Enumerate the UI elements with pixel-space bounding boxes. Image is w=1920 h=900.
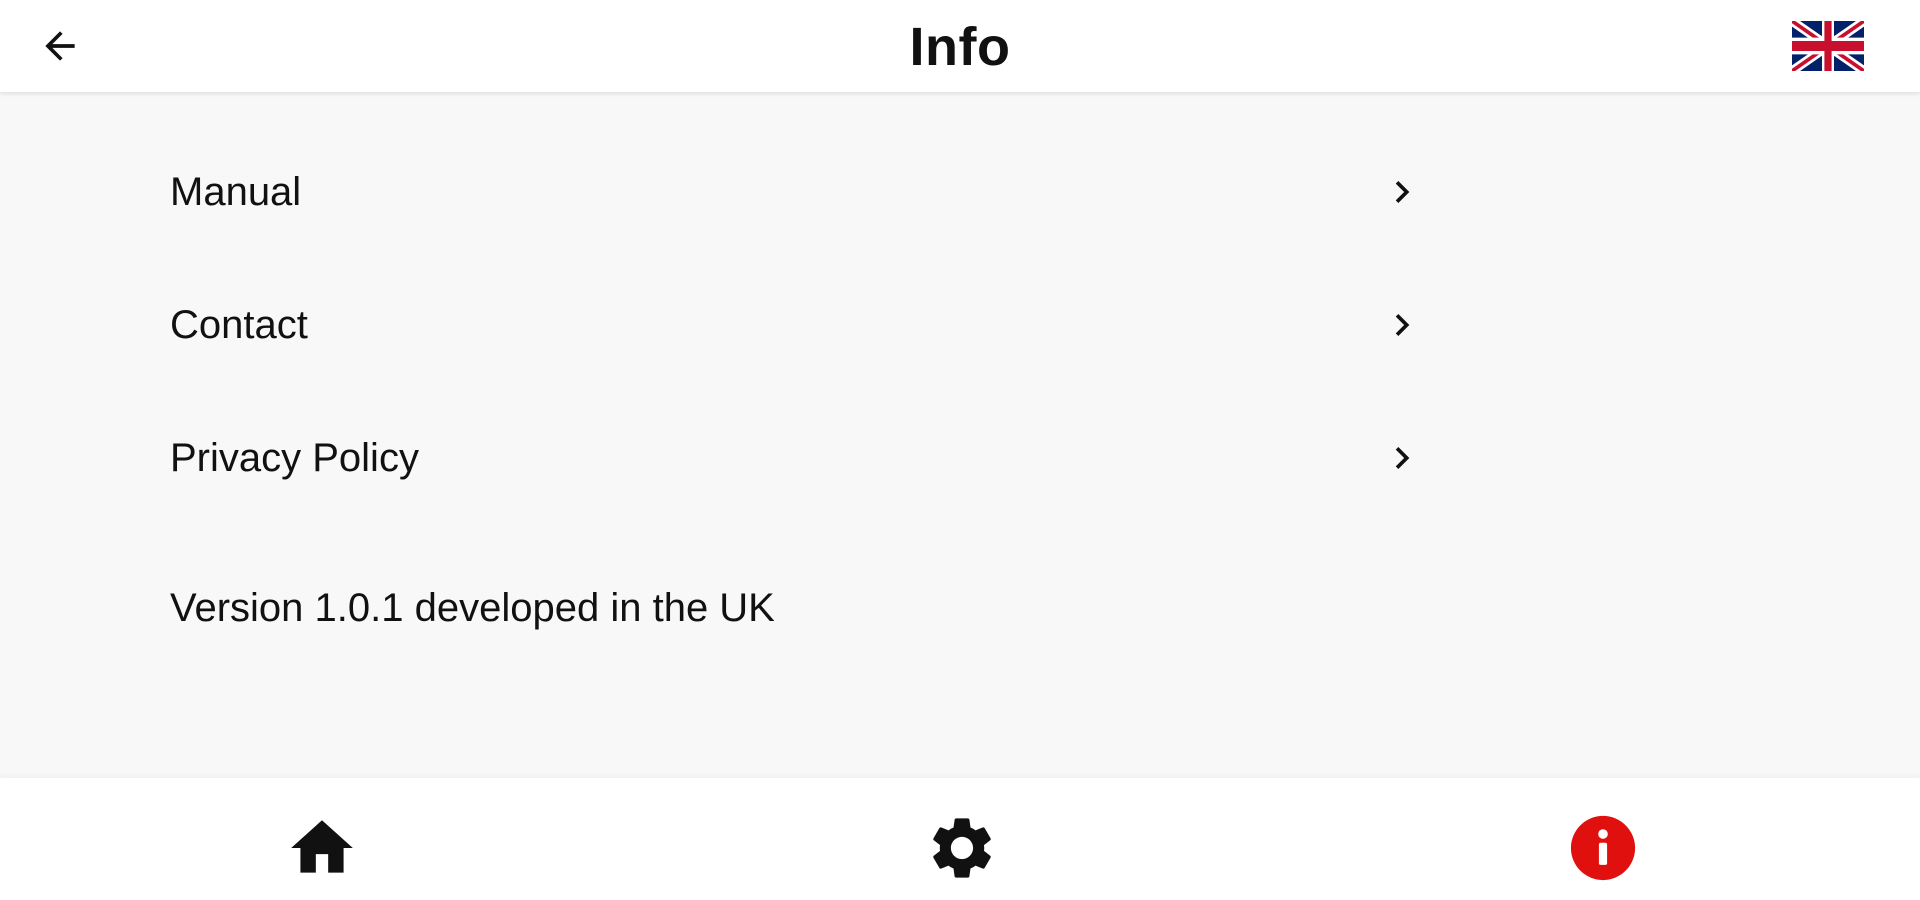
nav-home-button[interactable] <box>282 808 362 888</box>
nav-settings-button[interactable] <box>922 808 1002 888</box>
chevron-right-icon <box>1395 181 1410 203</box>
language-button[interactable] <box>1792 20 1864 72</box>
chevron-right-icon <box>1395 447 1410 469</box>
menu-item-label: Manual <box>170 170 302 214</box>
version-text: Version 1.0.1 developed in the UK <box>170 586 775 630</box>
nav-info-button[interactable] <box>1563 808 1643 888</box>
info-icon <box>1570 815 1636 881</box>
bottom-navigation <box>0 778 1920 900</box>
menu-item-privacy-policy[interactable]: Privacy Policy <box>0 392 1430 525</box>
top-app-bar: Info <box>0 0 1920 92</box>
menu-item-manual[interactable]: Manual <box>0 126 1430 259</box>
page-title: Info <box>909 17 1011 77</box>
gear-icon <box>933 818 991 878</box>
menu-item-label: Privacy Policy <box>170 436 419 480</box>
menu-item-label: Contact <box>170 303 308 347</box>
info-screen: Info Manual Contact Privacy Policy Versi… <box>0 0 1920 900</box>
uk-flag-icon <box>1792 21 1864 71</box>
chevron-right-icon <box>1395 314 1410 336</box>
home-icon <box>291 820 353 873</box>
menu-item-contact[interactable]: Contact <box>0 259 1430 392</box>
info-menu: Manual Contact Privacy Policy <box>0 126 1920 525</box>
